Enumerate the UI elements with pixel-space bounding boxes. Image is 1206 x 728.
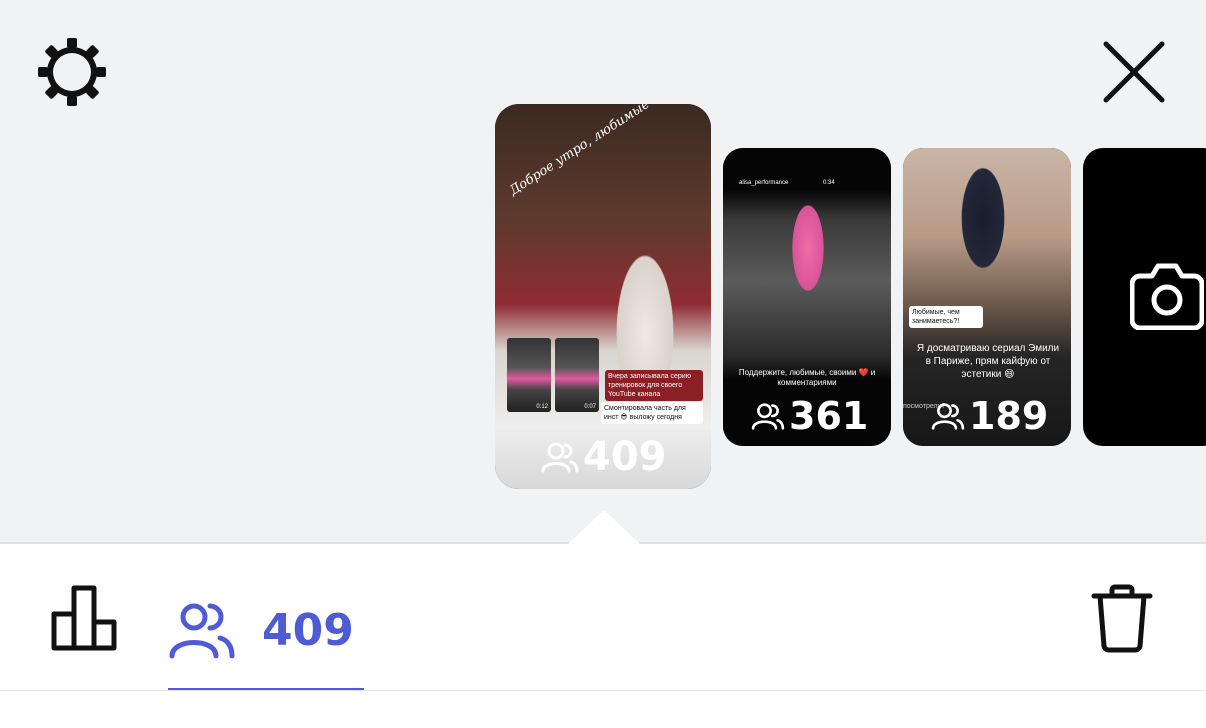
story-viewers: 189 <box>931 394 1048 438</box>
story-caption: Я досматриваю сериал Эмили в Париже, пря… <box>916 343 1060 380</box>
thumbnail-time: 0:12 <box>536 404 548 410</box>
story-caption: Поддержите, любимые, своими ❤️ и коммент… <box>738 368 876 387</box>
viewers-list-area <box>0 691 1206 728</box>
story-viewers-count: 189 <box>969 394 1049 438</box>
story-viewers: 361 <box>751 394 868 438</box>
users-icon <box>169 603 235 659</box>
settings-button[interactable] <box>38 38 106 106</box>
add-story-card[interactable] <box>1083 148 1206 446</box>
story-photo <box>495 104 711 489</box>
story-text-tag: Смонтировала часть для инст 😎 выложу сег… <box>601 402 703 424</box>
viewers-count: 409 <box>262 604 354 656</box>
story-viewers: 409 <box>541 434 667 480</box>
gear-icon <box>38 38 106 106</box>
story-thumbnails: 0:12 0:07 <box>507 338 599 412</box>
users-icon <box>541 442 579 473</box>
viewers-tab[interactable]: 409 <box>168 582 364 690</box>
story-thumbnail: 0:12 <box>507 338 551 412</box>
delete-button[interactable] <box>1090 584 1154 654</box>
story-text-tag: Любимые, чем занимаетесь?! <box>909 306 983 328</box>
bar-chart-icon <box>51 585 117 651</box>
selected-story-pointer <box>568 510 640 544</box>
story-card-selected[interactable]: Доброе утро, любимые 0:12 0:07 Вчера зап… <box>495 104 711 489</box>
story-card[interactable]: Любимые, чем занимаетесь?! Я досматриваю… <box>903 148 1071 446</box>
story-viewers-count: 361 <box>789 394 869 438</box>
thumbnail-time: 0:07 <box>584 404 596 410</box>
stats-button[interactable] <box>50 584 118 652</box>
story-time: 0:34 <box>823 180 835 186</box>
close-icon <box>1103 41 1165 103</box>
story-text-tag: Вчера записывала серию тренировок для св… <box>605 370 703 401</box>
close-button[interactable] <box>1102 40 1166 104</box>
story-thumbnail: 0:07 <box>555 338 599 412</box>
story-viewers-count: 409 <box>583 434 667 480</box>
users-icon <box>751 403 785 430</box>
users-icon <box>931 403 965 430</box>
trash-icon <box>1091 584 1153 653</box>
story-username: alisa_performance <box>739 180 789 186</box>
story-card[interactable]: alisa_performance 0:34 Поддержите, любим… <box>723 148 891 446</box>
camera-icon <box>1130 263 1204 330</box>
